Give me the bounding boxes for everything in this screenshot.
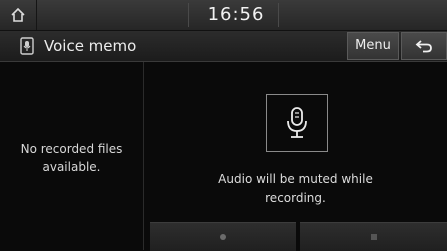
status-bar: 16:56 [0, 0, 447, 31]
clock: 16:56 [207, 4, 265, 25]
status-divider [188, 3, 189, 27]
back-button[interactable] [401, 32, 447, 60]
microphone-icon [287, 107, 307, 138]
status-divider [278, 3, 279, 27]
microphone-display [266, 94, 328, 152]
record-button[interactable] [150, 222, 296, 251]
mute-notice-line: Audio will be muted while [218, 172, 373, 186]
title-bar: Voice memo Menu [0, 31, 447, 62]
empty-message-line: No recorded files [20, 142, 123, 156]
empty-message-line: available. [42, 160, 101, 174]
screen: 16:56 Voice memo Menu No recorded files … [0, 0, 447, 251]
voice-memo-icon [20, 37, 34, 55]
home-button[interactable] [0, 0, 37, 30]
mute-notice-line: recording. [265, 191, 326, 205]
back-arrow-icon [415, 40, 432, 53]
menu-button[interactable]: Menu [347, 32, 399, 60]
stop-button[interactable] [300, 222, 447, 251]
mute-notice: Audio will be muted while recording. [144, 170, 447, 208]
recordings-list-panel: No recorded files available. [0, 62, 144, 250]
page-title: Voice memo [44, 37, 137, 55]
home-icon [11, 7, 25, 22]
stop-icon [370, 234, 377, 240]
empty-list-message: No recorded files available. [0, 140, 143, 176]
recording-panel: Audio will be muted while recording. [144, 62, 447, 251]
record-icon [220, 234, 226, 240]
